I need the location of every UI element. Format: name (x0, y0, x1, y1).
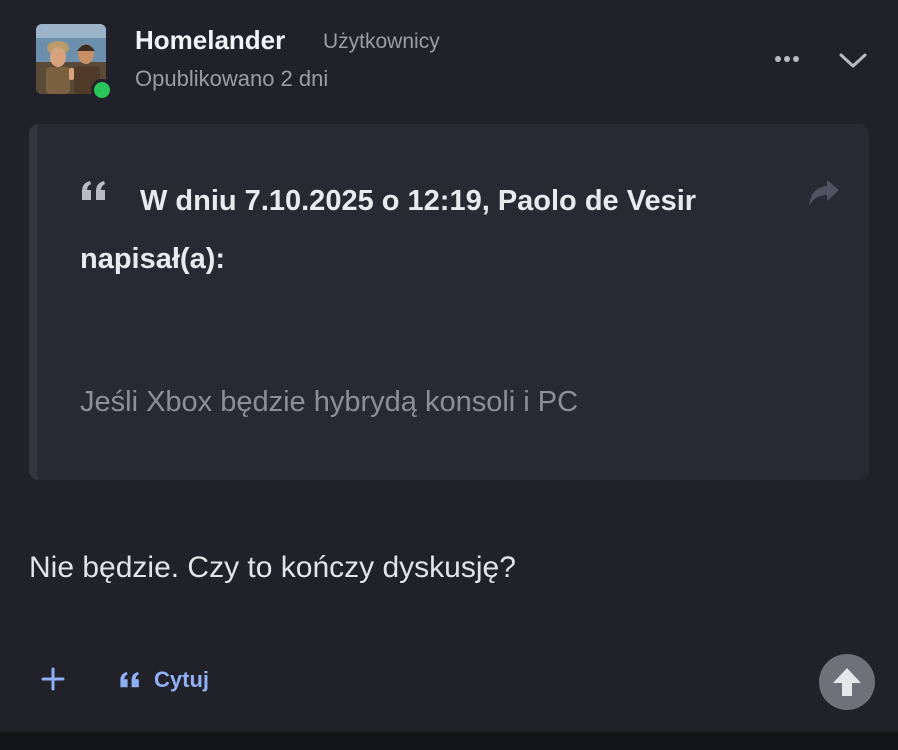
share-arrow-icon[interactable] (807, 178, 841, 213)
ellipsis-icon (775, 56, 799, 62)
avatar[interactable] (36, 24, 113, 101)
author-group: Użytkownicy (323, 30, 440, 53)
scroll-to-top-button[interactable] (819, 654, 875, 710)
post-content: Nie będzie. Czy to kończy dyskusję? (29, 551, 516, 584)
author-name[interactable]: Homelander (135, 25, 285, 56)
collapse-button[interactable] (834, 44, 872, 78)
add-reaction-button[interactable] (38, 664, 68, 694)
bottom-bar (0, 732, 898, 750)
forum-post: Homelander Użytkownicy Opublikowano 2 dn… (0, 0, 898, 732)
quote-body: Jeśli Xbox będzie hybrydą konsoli i PC (80, 386, 579, 418)
quote-button[interactable]: Cytuj (118, 664, 209, 696)
online-status-indicator (91, 79, 113, 101)
quote-icon (120, 672, 139, 688)
post-date[interactable]: Opublikowano 2 dni (135, 66, 328, 92)
more-options-button[interactable] (768, 44, 806, 74)
quote-block: W dniu 7.10.2025 o 12:19, Paolo de Vesir… (29, 124, 869, 480)
arrow-up-icon (833, 668, 861, 696)
plus-icon (41, 667, 65, 691)
chevron-down-icon (839, 53, 867, 68)
quote-header[interactable]: W dniu 7.10.2025 o 12:19, Paolo de Vesir… (80, 172, 780, 288)
quote-button-label: Cytuj (154, 667, 209, 692)
